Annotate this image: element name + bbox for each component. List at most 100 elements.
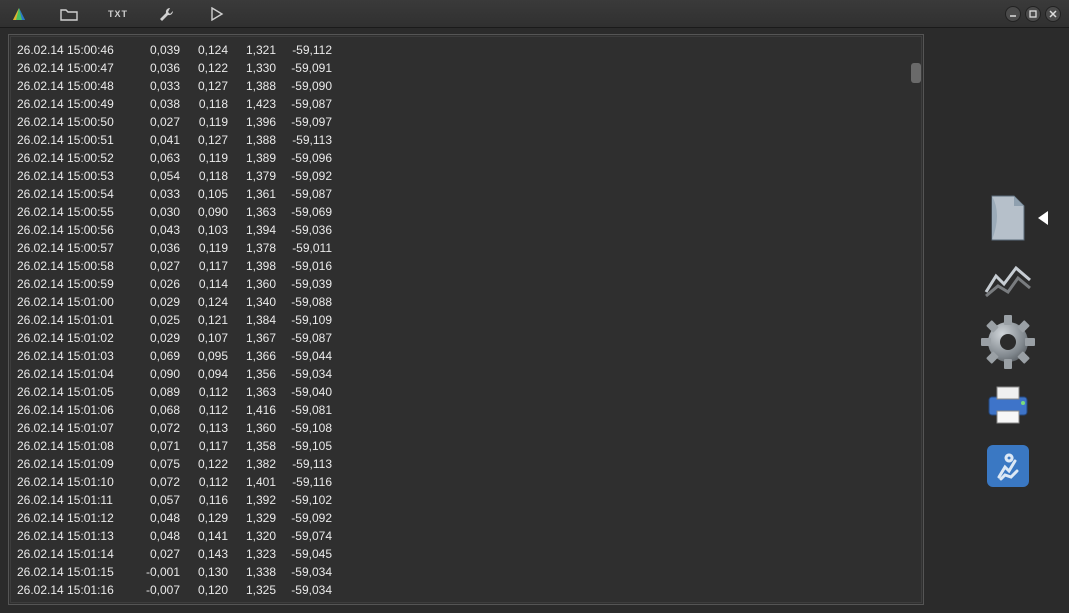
window-minimize-icon[interactable] [1005, 6, 1021, 22]
cell-a: 0,048 [135, 509, 180, 527]
cell-ts: 26.02.14 15:00:49 [17, 95, 135, 113]
cell-a: 0,075 [135, 455, 180, 473]
cell-b: 0,118 [180, 167, 228, 185]
cell-a: -0,001 [135, 563, 180, 581]
cell-c: 1,388 [228, 77, 276, 95]
cell-a: 0,027 [135, 113, 180, 131]
cell-b: 0,124 [180, 293, 228, 311]
cell-b: 0,122 [180, 455, 228, 473]
scrollbar-thumb[interactable] [911, 63, 921, 83]
cell-d: -59,039 [276, 275, 332, 293]
exit-tool-icon[interactable] [982, 441, 1034, 491]
cell-c: 1,363 [228, 383, 276, 401]
scrollbar[interactable] [909, 37, 921, 602]
cell-d: -59,088 [276, 293, 332, 311]
data-row: 26.02.14 15:00:570,0360,1191,378-59,011 [17, 239, 915, 257]
cell-b: 0,119 [180, 149, 228, 167]
print-tool-icon[interactable] [982, 379, 1034, 429]
cell-d: -59,087 [276, 185, 332, 203]
cell-a: 0,029 [135, 293, 180, 311]
cell-d: -59,105 [276, 437, 332, 455]
cell-b: 0,112 [180, 401, 228, 419]
cell-d: -59,016 [276, 257, 332, 275]
cell-a: 0,027 [135, 257, 180, 275]
cell-a: 0,038 [135, 95, 180, 113]
cell-d: -59,034 [276, 563, 332, 581]
cell-c: 1,392 [228, 491, 276, 509]
window-maximize-icon[interactable] [1025, 6, 1041, 22]
cell-ts: 26.02.14 15:01:05 [17, 383, 135, 401]
document-tool-icon[interactable] [982, 193, 1034, 243]
cell-a: 0,039 [135, 41, 180, 59]
cell-a: 0,063 [135, 149, 180, 167]
cell-b: 0,112 [180, 473, 228, 491]
cell-a: 0,029 [135, 329, 180, 347]
cell-b: 0,090 [180, 203, 228, 221]
cell-c: 1,389 [228, 149, 276, 167]
cell-b: 0,117 [180, 437, 228, 455]
cell-c: 1,361 [228, 185, 276, 203]
data-row: 26.02.14 15:00:500,0270,1191,396-59,097 [17, 113, 915, 131]
cell-ts: 26.02.14 15:01:11 [17, 491, 135, 509]
cell-ts: 26.02.14 15:01:08 [17, 437, 135, 455]
cell-a: 0,048 [135, 527, 180, 545]
cell-a: 0,033 [135, 77, 180, 95]
cell-ts: 26.02.14 15:00:59 [17, 275, 135, 293]
cell-d: -59,087 [276, 329, 332, 347]
cell-b: 0,113 [180, 419, 228, 437]
cell-b: 0,116 [180, 491, 228, 509]
cell-b: 0,107 [180, 329, 228, 347]
cell-b: 0,119 [180, 113, 228, 131]
side-panel [932, 28, 1062, 613]
cell-ts: 26.02.14 15:01:13 [17, 527, 135, 545]
cell-ts: 26.02.14 15:01:00 [17, 293, 135, 311]
cell-a: 0,072 [135, 473, 180, 491]
cell-ts: 26.02.14 15:01:07 [17, 419, 135, 437]
cell-ts: 26.02.14 15:01:16 [17, 581, 135, 599]
wrench-icon[interactable] [156, 4, 178, 24]
cell-ts: 26.02.14 15:00:54 [17, 185, 135, 203]
data-row: 26.02.14 15:00:460,0390,1241,321-59,112 [17, 41, 915, 59]
cell-b: 0,095 [180, 347, 228, 365]
cell-d: -59,087 [276, 95, 332, 113]
cell-ts: 26.02.14 15:00:58 [17, 257, 135, 275]
cell-d: -59,069 [276, 203, 332, 221]
cell-d: -59,092 [276, 167, 332, 185]
cell-c: 1,396 [228, 113, 276, 131]
window-close-icon[interactable] [1045, 6, 1061, 22]
cell-c: 1,356 [228, 365, 276, 383]
data-row: 26.02.14 15:01:030,0690,0951,366-59,044 [17, 347, 915, 365]
cell-a: 0,030 [135, 203, 180, 221]
cell-c: 1,360 [228, 419, 276, 437]
cell-b: 0,117 [180, 257, 228, 275]
cell-b: 0,127 [180, 77, 228, 95]
cell-ts: 26.02.14 15:01:14 [17, 545, 135, 563]
app-logo-icon[interactable] [8, 4, 30, 24]
cell-ts: 26.02.14 15:01:04 [17, 365, 135, 383]
data-list[interactable]: 26.02.14 15:00:460,0390,1241,321-59,112 2… [10, 36, 922, 603]
cell-a: 0,069 [135, 347, 180, 365]
cell-c: 1,384 [228, 311, 276, 329]
cell-c: 1,340 [228, 293, 276, 311]
toolbar: TXT [0, 0, 1069, 28]
settings-tool-icon[interactable] [982, 317, 1034, 367]
cell-d: -59,092 [276, 509, 332, 527]
data-row: 26.02.14 15:00:510,0410,1271,388-59,113 [17, 131, 915, 149]
data-row: 26.02.14 15:01:130,0480,1411,320-59,074 [17, 527, 915, 545]
cell-c: 1,394 [228, 221, 276, 239]
data-row: 26.02.14 15:00:530,0540,1181,379-59,092 [17, 167, 915, 185]
cell-d: -59,102 [276, 491, 332, 509]
cell-b: 0,105 [180, 185, 228, 203]
cell-d: -59,116 [276, 473, 332, 491]
cell-ts: 26.02.14 15:00:48 [17, 77, 135, 95]
cell-b: 0,143 [180, 545, 228, 563]
cell-a: 0,089 [135, 383, 180, 401]
cell-d: -59,034 [276, 581, 332, 599]
toolbar-left: TXT [8, 4, 228, 24]
cell-d: -59,096 [276, 149, 332, 167]
folder-icon[interactable] [58, 4, 80, 24]
play-icon[interactable] [206, 4, 228, 24]
txt-button[interactable]: TXT [108, 9, 128, 19]
chart-tool-icon[interactable] [982, 255, 1034, 305]
cell-b: 0,129 [180, 509, 228, 527]
